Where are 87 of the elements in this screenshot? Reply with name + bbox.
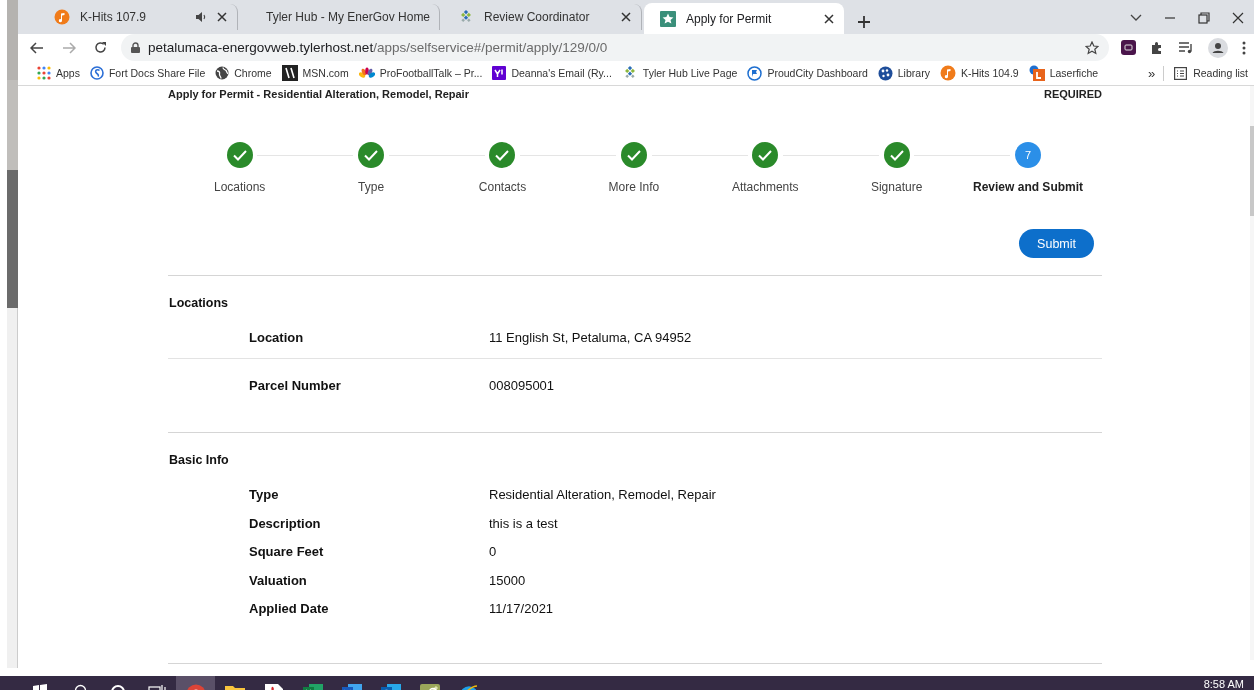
music-note-icon [939, 65, 956, 82]
url-text: petalumaca-energovweb.tylerhost.net/apps/selfservice#/permit/apply/129/0/0 [148, 40, 608, 56]
close-icon[interactable] [1232, 12, 1244, 25]
field-label: Square Feet [249, 544, 325, 562]
step-label[interactable]: Locations [214, 180, 266, 194]
bookmark-link[interactable]: Apps [32, 66, 85, 81]
field-value: Residential Alteration, Remodel, Repair [489, 487, 717, 504]
bookmark-link[interactable]: Laserfiche [1023, 65, 1104, 82]
step-number: 7 [1015, 142, 1042, 168]
restore-icon[interactable] [1198, 12, 1210, 25]
list-icon [1174, 66, 1188, 80]
field-value: this is a test [489, 515, 559, 533]
lock-icon[interactable] [131, 42, 140, 54]
bookmark-link[interactable]: ProudCity Dashboard [742, 65, 873, 81]
more-bookmarks-button[interactable]: » [1139, 65, 1165, 81]
profile-avatar-icon[interactable] [1208, 37, 1228, 58]
media-queue-icon[interactable] [1178, 41, 1194, 54]
field-label: Parcel Number [249, 378, 342, 393]
close-icon[interactable] [217, 12, 227, 23]
step-label[interactable]: Contacts [478, 180, 527, 194]
music-note-icon [54, 9, 70, 26]
step-label[interactable]: Attachments [731, 180, 799, 194]
swirl-icon [89, 65, 104, 82]
step-label[interactable]: More Info [608, 180, 660, 194]
globe-icon [877, 65, 893, 81]
extension-icon[interactable] [1121, 40, 1136, 56]
bookmark-link[interactable]: Fort Docs Share File [84, 65, 211, 82]
mail-logo-icon [492, 66, 507, 81]
reading-list-button[interactable]: Reading list [1164, 66, 1248, 80]
browser-tab[interactable]: Review Coordinator [442, 4, 642, 31]
document-logo-icon [1028, 65, 1045, 82]
close-icon[interactable] [621, 12, 631, 23]
step-label[interactable]: Review and Submit [973, 180, 1084, 194]
page-title: Apply for Permit - Residential Alteration, Remodel, Repair [168, 88, 469, 102]
checkmark-icon [626, 149, 641, 161]
field-value: 0 [489, 544, 498, 562]
bookmark-link[interactable]: MSN.com [276, 65, 354, 82]
tab-title: Tyler Hub - My EnerGov Home [266, 10, 431, 25]
section-heading: Basic Info [168, 452, 230, 467]
bookmark-link[interactable]: Library [872, 65, 935, 81]
bookmark-star-icon[interactable] [1085, 40, 1099, 55]
site-logo-icon [281, 65, 298, 82]
new-tab-icon[interactable] [858, 16, 870, 29]
required-label: REQUIRED [1043, 88, 1102, 102]
checkmark-icon [495, 149, 510, 161]
app-grid-icon [37, 66, 51, 81]
browser-tab[interactable]: K-Hits 107.9 [38, 4, 238, 31]
back-arrow-icon[interactable] [30, 41, 44, 54]
tab-title: Review Coordinator [484, 10, 591, 25]
address-bar[interactable]: petalumaca-energovweb.tylerhost.net/apps/selfservice#/permit/apply/129/0/0 [121, 34, 1109, 62]
field-label: Valuation [249, 572, 308, 590]
field-value: 11/17/2021 [489, 601, 555, 619]
close-icon[interactable] [824, 13, 834, 24]
field-value: 15000 [489, 572, 527, 590]
peacock-icon [358, 67, 375, 80]
browser-tab[interactable]: Tyler Hub - My EnerGov Home [240, 4, 440, 31]
browser-tab[interactable]: Apply for Permit [644, 3, 844, 35]
chevron-down-icon[interactable] [1130, 14, 1142, 23]
checkmark-icon [364, 149, 379, 161]
checkmark-icon [889, 149, 904, 161]
section-heading: Locations [168, 295, 230, 310]
field-value: 008095001 [489, 378, 556, 393]
tab-title: Apply for Permit [686, 11, 773, 26]
field-value: 11 English St, Petaluma, CA 94952 [489, 330, 693, 345]
bookmark-link[interactable]: Deanna's Email (Ry... [487, 66, 617, 81]
field-label: Type [249, 487, 280, 504]
field-label: Applied Date [249, 601, 330, 619]
bookmark-link[interactable]: Chrome [210, 66, 277, 81]
field-label: Description [249, 515, 322, 533]
bookmark-link[interactable]: K-Hits 104.9 [934, 65, 1024, 82]
more-menu-icon[interactable] [1242, 40, 1246, 55]
submit-button[interactable]: Submit [1019, 229, 1094, 258]
checkmark-icon [232, 149, 247, 161]
reload-icon[interactable] [94, 41, 107, 55]
puzzle-icon[interactable] [1150, 40, 1164, 55]
globe-icon [215, 66, 230, 81]
tab-title: K-Hits 107.9 [80, 10, 148, 25]
speaker-icon[interactable] [195, 11, 207, 24]
flag-icon [747, 65, 763, 81]
checkmark-icon [758, 149, 773, 161]
field-label: Location [249, 330, 305, 345]
bookmark-link[interactable]: Tyler Hub Live Page [616, 65, 743, 82]
step-label[interactable]: Type [358, 180, 385, 194]
step-label[interactable]: Signature [870, 180, 923, 194]
clock-time: 8:58 AM [1203, 677, 1245, 690]
bookmark-link[interactable]: ProFootballTalk – Pr... [353, 67, 488, 80]
star-icon [660, 10, 676, 27]
